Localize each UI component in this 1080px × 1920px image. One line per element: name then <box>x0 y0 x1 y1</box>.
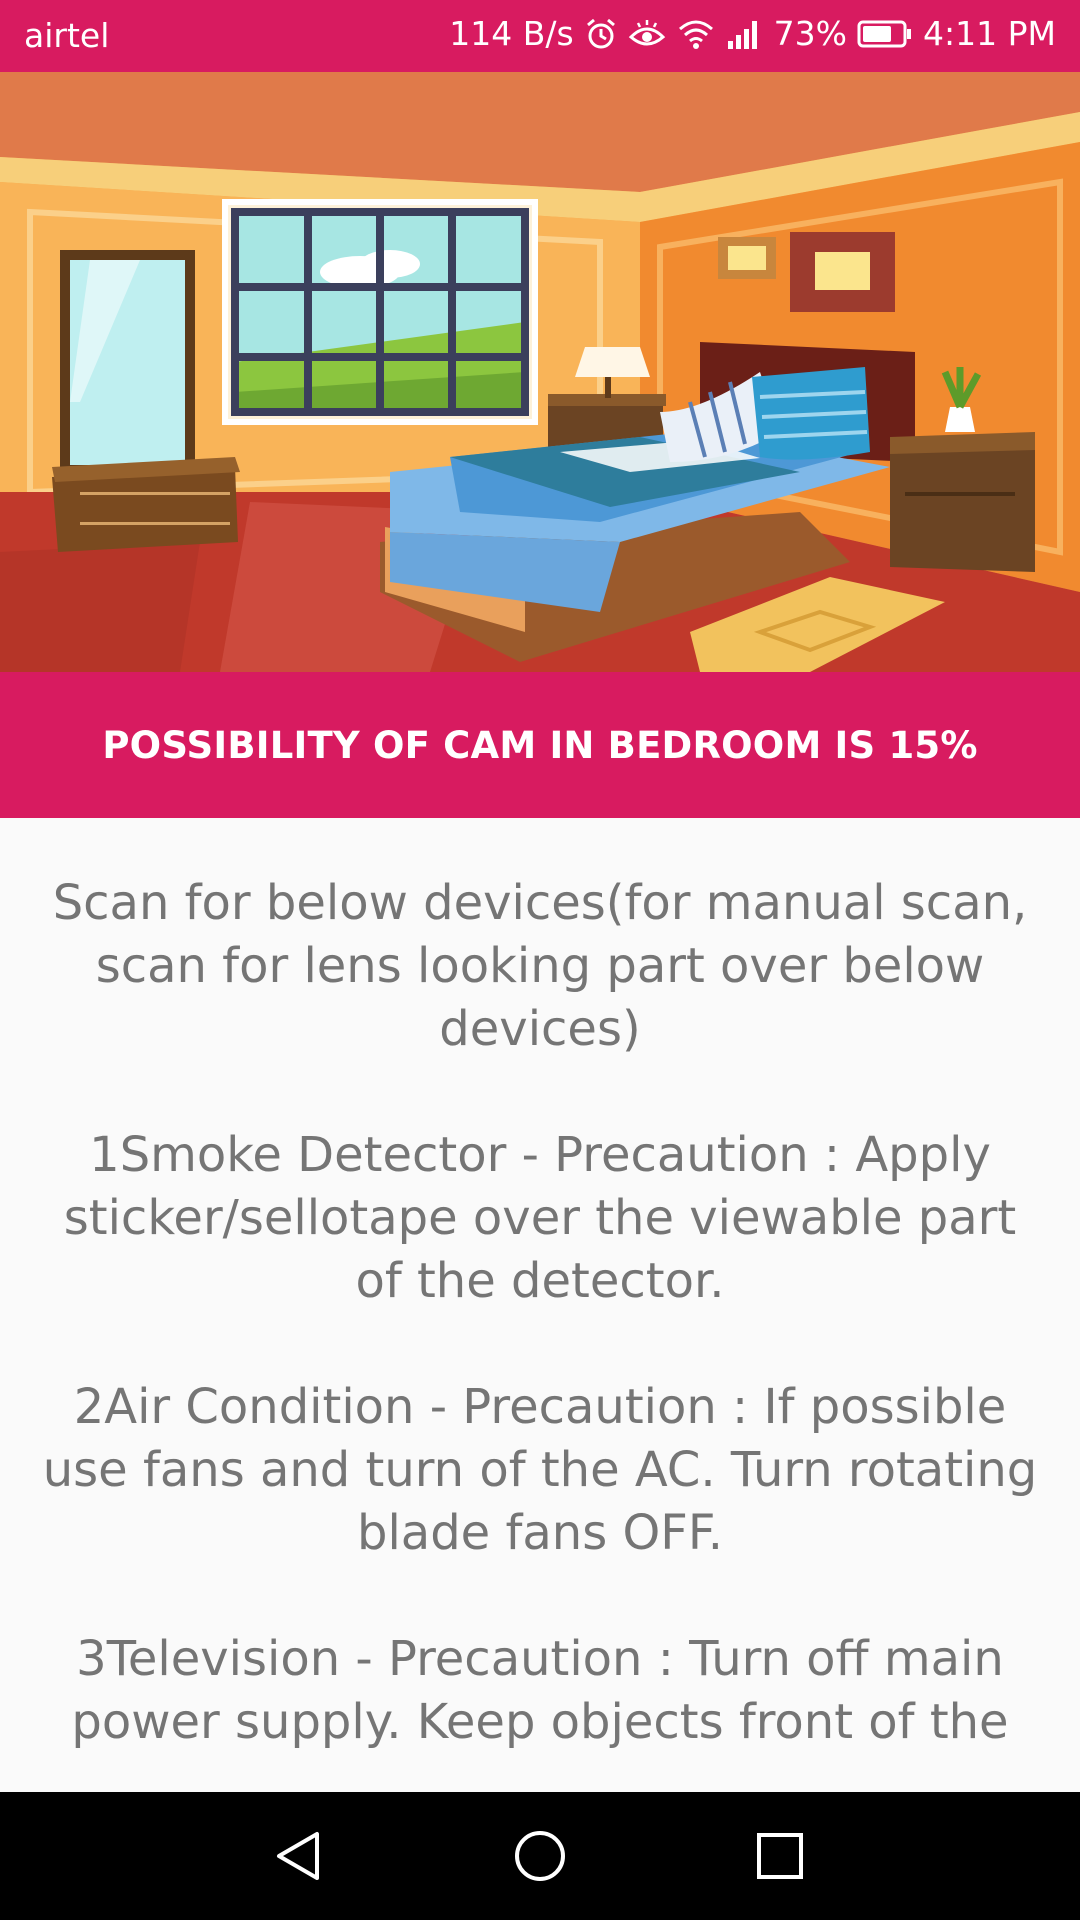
back-icon[interactable] <box>259 1816 339 1896</box>
instructions-scroll[interactable]: Scan for below devices(for manual scan, … <box>40 872 1040 1792</box>
battery-percent: 73% <box>773 14 848 53</box>
eye-comfort-icon <box>628 17 666 51</box>
home-icon[interactable] <box>500 1816 580 1896</box>
device-item-smoke-detector: 1Smoke Detector - Precaution : Apply sti… <box>63 1127 1017 1309</box>
clock: 4:11 PM <box>923 14 1056 53</box>
battery-icon <box>857 19 913 49</box>
alarm-icon <box>584 17 618 51</box>
recents-icon[interactable] <box>740 1816 820 1896</box>
bedroom-illustration <box>0 72 1080 672</box>
possibility-banner: POSSIBILITY OF CAM IN BEDROOM IS 15% <box>0 672 1080 818</box>
device-item-television: 3Television - Precaution : Turn off main… <box>71 1631 1009 1750</box>
network-speed: 114 B/s <box>449 14 574 53</box>
battery-fill <box>863 25 892 42</box>
signal-icon <box>726 17 764 51</box>
wifi-icon <box>676 17 716 51</box>
status-bar: airtel 114 B/s 73% 4:11 PM <box>0 0 1080 72</box>
status-icons: 114 B/s 73% 4:11 PM <box>449 14 1056 53</box>
intro-text: Scan for below devices(for manual scan, … <box>52 875 1028 1057</box>
device-item-air-condition: 2Air Condition - Precaution : If possibl… <box>42 1379 1038 1561</box>
navigation-bar <box>0 1792 1080 1920</box>
carrier-name: airtel <box>24 16 110 55</box>
possibility-text: POSSIBILITY OF CAM IN BEDROOM IS 15% <box>102 723 978 767</box>
